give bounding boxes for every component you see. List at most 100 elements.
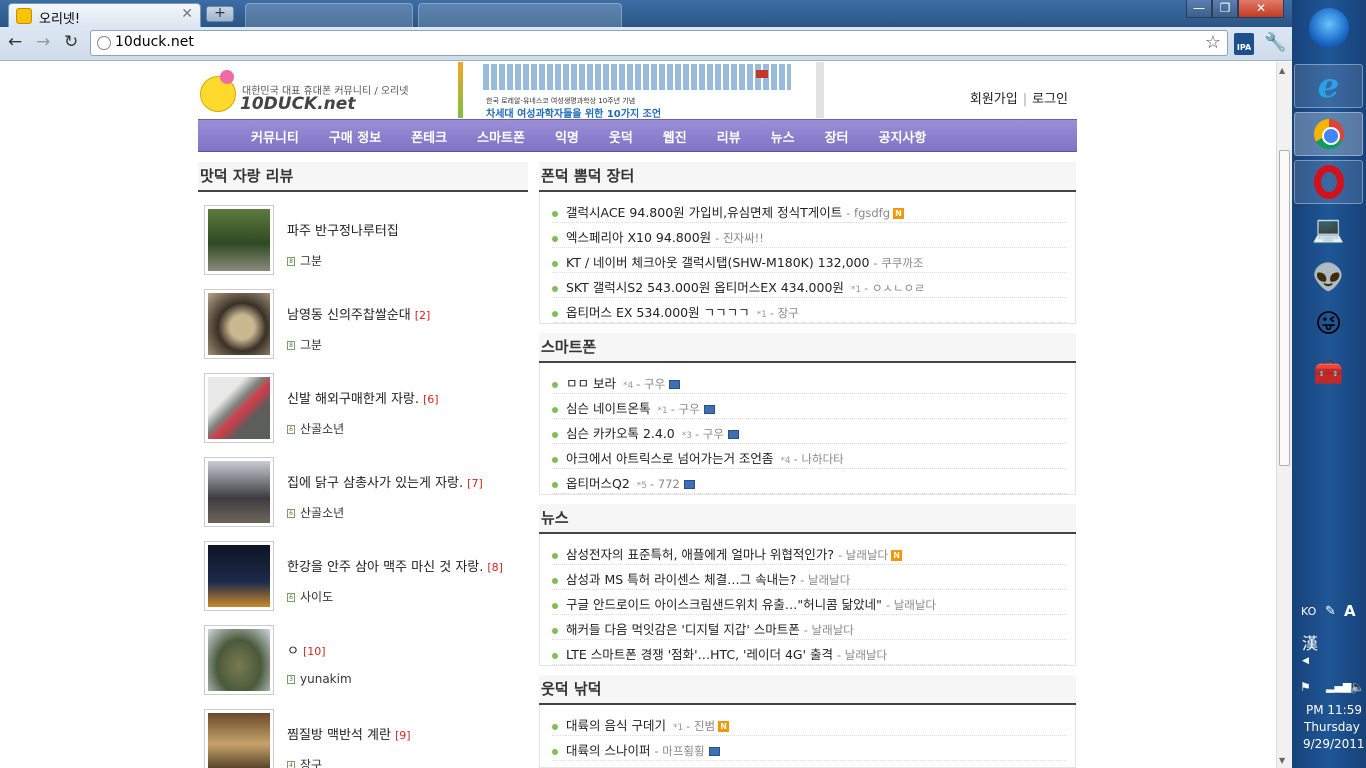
language-indicator[interactable]: KO xyxy=(1301,605,1316,618)
new-tab-button[interactable]: + xyxy=(206,6,234,22)
review-item[interactable]: 집에 닭구 삼총사가 있는게 자랑. [7] 6 산골소년 xyxy=(198,454,528,538)
review-author[interactable]: 장구 xyxy=(300,758,322,768)
ad-banner[interactable]: 한국 로레알-유네스코 여성생명과학상 10주년 기념 차세대 여성과학자들을 … xyxy=(458,62,824,120)
post-author[interactable]: - 날래날다 xyxy=(804,623,854,637)
volume-icon[interactable]: 🔈 xyxy=(1350,680,1365,694)
review-item[interactable]: 신발 해외구매한게 자랑. [6] 6 산골소년 xyxy=(198,370,528,454)
review-author[interactable]: 그분 xyxy=(300,338,322,352)
post-item[interactable]: 해커들 다음 먹잇감은 '디지털 지갑' 스마트폰 - 날래날다 xyxy=(552,615,1067,640)
clock-date[interactable]: 9/29/2011 xyxy=(1303,737,1365,751)
start-button[interactable] xyxy=(1294,6,1363,50)
review-item[interactable]: 찜질방 맥반석 계란 [9] 4 장구 xyxy=(198,706,528,768)
post-author[interactable]: - 진자싸!! xyxy=(715,231,764,245)
review-thumbnail[interactable] xyxy=(204,289,274,359)
nav-item[interactable]: 웹진 xyxy=(663,127,687,146)
post-title[interactable]: KT / 네이버 체크아웃 갤럭시탭(SHW-M180K) 132,000 xyxy=(566,255,869,270)
ime-icon[interactable]: ✎ xyxy=(1325,604,1336,619)
post-item[interactable]: 엑스페리아 X10 94.800원 - 진자싸!! xyxy=(552,223,1067,248)
review-item[interactable]: 남영동 신의주찹쌀순대 [2] 8 그분 xyxy=(198,286,528,370)
post-item[interactable]: 심슨 네이트온톡 *1- 구우 xyxy=(552,394,1067,419)
post-item[interactable]: 삼성전자의 표준특허, 애플에게 얼마나 위협적인가? - 날래날다 N xyxy=(552,540,1067,565)
post-item[interactable]: ㅁㅁ 보라 *4- 구우 xyxy=(552,369,1067,394)
post-author[interactable]: - fgsdfg xyxy=(846,206,890,220)
forward-icon[interactable]: → xyxy=(36,32,50,52)
post-item[interactable]: 옵티머스Q2 *5- 772 xyxy=(552,469,1067,494)
nav-item[interactable]: 뉴스 xyxy=(771,127,795,146)
review-title-line[interactable]: 집에 닭구 삼총사가 있는게 자랑. [7] xyxy=(287,472,483,491)
tab-background[interactable] xyxy=(418,3,622,27)
nav-item[interactable]: 구매 정보 xyxy=(329,127,381,146)
post-author[interactable]: - 마프횡횡 xyxy=(654,744,704,758)
site-logo[interactable]: 대한민국 대표 휴대폰 커뮤니티 / 오리넷 10DUCK.net xyxy=(198,70,448,118)
review-title-line[interactable]: 남영동 신의주찹쌀순대 [2] xyxy=(287,304,430,323)
back-icon[interactable]: ← xyxy=(8,32,22,52)
review-thumbnail[interactable] xyxy=(204,205,274,275)
nav-item[interactable]: 익명 xyxy=(555,127,579,146)
review-thumbnail[interactable] xyxy=(204,709,274,768)
post-item[interactable]: LTE 스마트폰 경쟁 '점화'…HTC, '레이더 4G' 출격 - 날래날다 xyxy=(552,640,1067,665)
nav-item[interactable]: 리뷰 xyxy=(717,127,741,146)
post-title[interactable]: ㅁㅁ 보라 xyxy=(566,376,616,391)
post-item[interactable]: 대륙의 스나이퍼 - 마프횡횡 xyxy=(552,736,1067,761)
post-title[interactable]: 심슨 카카오톡 2.4.0 xyxy=(566,426,675,441)
network-icon[interactable]: ▂▄▆ xyxy=(1326,680,1351,693)
nav-item[interactable]: 장터 xyxy=(825,127,849,146)
post-author[interactable]: - 진범 xyxy=(686,719,715,733)
post-item[interactable]: KT / 네이버 체크아웃 갤럭시탭(SHW-M180K) 132,000 - … xyxy=(552,248,1067,273)
review-author[interactable]: 사이도 xyxy=(300,590,333,604)
post-title[interactable]: 심슨 네이트온톡 xyxy=(566,401,650,416)
review-title[interactable]: 남영동 신의주찹쌀순대 xyxy=(287,308,411,323)
post-title[interactable]: 옵티머스 EX 534.000원 ㄱㄱㄱㄱ xyxy=(566,305,750,320)
reload-icon[interactable]: ↻ xyxy=(64,32,78,52)
nav-item[interactable]: 웃덕 xyxy=(609,127,633,146)
post-item[interactable]: 심슨 카카오톡 2.4.0 *3- 구우 xyxy=(552,419,1067,444)
hanja-indicator[interactable]: 漢 xyxy=(1302,630,1318,654)
wrench-menu-icon[interactable]: 🔧 xyxy=(1264,32,1286,53)
review-item[interactable]: 한강을 안주 삼아 맥주 마신 것 자랑. [8] 6 사이도 xyxy=(198,538,528,622)
post-item[interactable]: 삼성과 MS 특허 라이센스 체결…그 속내는? - 날래날다 xyxy=(552,565,1067,590)
post-author[interactable]: - 장구 xyxy=(770,306,799,320)
review-author[interactable]: 그분 xyxy=(300,254,322,268)
login-link[interactable]: 로그인 xyxy=(1032,92,1068,107)
review-title[interactable]: 신발 해외구매한게 자랑. xyxy=(287,392,419,407)
post-title[interactable]: 대륙의 스나이퍼 xyxy=(566,743,650,758)
review-thumbnail[interactable] xyxy=(204,625,274,695)
post-author[interactable]: - 구우 xyxy=(636,377,665,391)
post-item[interactable]: 대륙의 음식 구데기 *1- 진범 N xyxy=(552,711,1067,736)
tab-background[interactable] xyxy=(245,3,413,27)
post-author[interactable]: - 구우 xyxy=(671,402,700,416)
post-author[interactable]: - 772 xyxy=(650,477,680,491)
review-title[interactable]: ㅇ xyxy=(287,644,299,659)
taskbar-app[interactable]: 👽 xyxy=(1294,256,1363,300)
scroll-thumb[interactable] xyxy=(1279,150,1290,466)
post-item[interactable]: SKT 갤럭시S2 543.000원 옵티머스EX 434.000원 *1- ㅇ… xyxy=(552,273,1067,298)
nav-item[interactable]: 스마트폰 xyxy=(477,127,525,146)
review-title-line[interactable]: 파주 반구정나루터집 xyxy=(287,220,403,239)
page-scrollbar[interactable]: ▲ ▼ xyxy=(1276,62,1292,768)
review-title[interactable]: 파주 반구정나루터집 xyxy=(287,224,399,239)
scroll-up-icon[interactable]: ▲ xyxy=(1279,66,1285,75)
review-author[interactable]: 산골소년 xyxy=(300,506,344,520)
ipa-extension-icon[interactable]: IPA xyxy=(1234,33,1254,55)
review-title[interactable]: 집에 닭구 삼총사가 있는게 자랑. xyxy=(287,476,463,491)
tab-active[interactable]: 오리넷! ✕ xyxy=(8,3,201,27)
nav-item[interactable]: 공지사항 xyxy=(878,127,926,146)
review-title-line[interactable]: ㅇ [10] xyxy=(287,640,326,659)
post-title[interactable]: 옵티머스Q2 xyxy=(566,476,630,491)
post-title[interactable]: 대륙의 음식 구데기 xyxy=(566,718,666,733)
restore-button[interactable]: ❐ xyxy=(1212,0,1238,18)
ime-mode-icon[interactable]: A xyxy=(1344,602,1356,620)
review-thumbnail[interactable] xyxy=(204,541,274,611)
post-author[interactable]: - 날래날다 xyxy=(838,548,888,562)
review-title[interactable]: 한강을 안주 삼아 맥주 마신 것 자랑. xyxy=(287,560,483,575)
post-title[interactable]: 구글 안드로이드 아이스크림샌드위치 유출…"허니콤 닮았네" xyxy=(566,597,882,612)
nav-item[interactable]: 폰테크 xyxy=(411,127,447,146)
taskbar-opera[interactable] xyxy=(1294,160,1363,204)
post-item[interactable]: 구글 안드로이드 아이스크림샌드위치 유출…"허니콤 닮았네" - 날래날다 xyxy=(552,590,1067,615)
post-author[interactable]: - 날래날다 xyxy=(800,573,850,587)
tray-expand-icon[interactable]: ◀ xyxy=(1302,656,1309,666)
nav-item[interactable]: 커뮤니티 xyxy=(251,127,299,146)
review-item[interactable]: ㅇ [10] 3 yunakim xyxy=(198,622,528,706)
clock-day[interactable]: Thursday xyxy=(1304,720,1360,734)
taskbar-messenger[interactable]: 😜 xyxy=(1294,302,1363,346)
